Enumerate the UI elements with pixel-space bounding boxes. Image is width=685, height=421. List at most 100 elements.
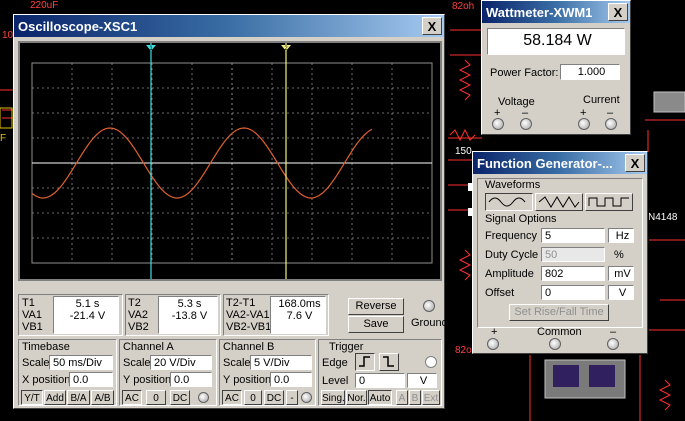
channel-b-terminal-icon[interactable] [301,392,312,403]
voltage-minus-terminal-icon[interactable] [520,118,532,130]
duty-cycle-field[interactable]: 50 [541,247,605,262]
waveforms-label: Waveforms [485,179,541,191]
timebase-scale-label: Scale [22,357,50,369]
fg-plus-terminal-icon[interactable] [487,338,499,350]
t2-values: 5.3 s -13.8 V [158,296,218,334]
channel-a-zero-button[interactable]: 0 [146,390,166,405]
channel-a-terminal-icon[interactable] [198,392,209,403]
rising-edge-button[interactable] [355,353,375,371]
t2-time: 5.3 s [177,298,202,310]
bg-label-150: 150 [455,146,472,157]
channel-b-dc-button[interactable]: DC [264,390,284,405]
timebase-group: Timebase Scale 50 ms/Div X position 0.0 … [18,339,117,406]
va2-label: VA2 [128,309,148,321]
trigger-group: Trigger Edge Level 0 V Sing. Nor. Auto A… [318,339,442,406]
square-wave-button[interactable] [585,193,633,211]
wattmeter-title: Wattmeter-XWM1 [486,4,593,20]
va1-label: VA1 [22,309,42,321]
channel-b-scale-field[interactable]: 5 V/Div [250,355,312,370]
duty-cycle-unit: % [614,249,624,261]
vb-diff-label: VB2-VB1 [226,321,272,333]
offset-field[interactable]: 0 [541,285,605,300]
ba-mode-button[interactable]: B/A [67,390,90,405]
va-diff-label: VA2-VA1 [226,309,270,321]
channel-b-title: Channel B [223,341,275,353]
sine-wave-button[interactable] [485,193,533,211]
trigger-level-unit[interactable]: V [407,373,437,388]
x-position-field[interactable]: 0.0 [69,372,113,387]
frequency-field[interactable]: 5 [541,228,605,243]
t1-label: T1 [22,297,35,309]
trigger-source-b-button[interactable]: B [409,390,421,405]
amplitude-unit[interactable]: mV [608,266,634,281]
trigger-source-a-button[interactable]: A [396,390,408,405]
vb1-label: VB1 [22,321,43,333]
wattmeter-titlebar[interactable]: Wattmeter-XWM1 X [482,1,630,23]
falling-edge-button[interactable] [379,353,399,371]
function-generator-close-button[interactable]: X [625,154,645,172]
channel-a-dc-button[interactable]: DC [170,390,190,405]
rising-edge-icon [359,356,370,367]
wattmeter-close-button[interactable]: X [608,3,628,21]
cursor1-readout: T1 VA1 VB1 5.1 s -21.4 V [18,294,123,336]
voltage-label: Voltage [498,96,535,108]
voltage-plus-terminal-icon[interactable] [492,118,504,130]
oscilloscope-screen: 12 [18,41,442,281]
power-factor-value: 1.000 [560,64,620,80]
function-generator-window: Function Generator-... X Waveforms Signa… [472,151,648,354]
set-rise-fall-button[interactable]: Set Rise/Fall Time [509,304,609,321]
triangle-wave-button[interactable] [535,193,583,211]
t1-time: 5.1 s [75,298,100,310]
oscilloscope-titlebar[interactable]: Oscilloscope-XSC1 X [14,15,444,37]
trigger-level-field[interactable]: 0 [355,373,405,388]
add-mode-button[interactable]: Add [44,390,66,405]
fg-minus-terminal-icon[interactable] [607,338,619,350]
channel-b-ac-button[interactable]: AC [222,390,242,405]
trigger-edge-label: Edge [322,357,348,369]
trigger-ext-terminal-icon[interactable] [425,356,437,368]
offset-unit[interactable]: V [608,285,634,300]
channel-a-ypos-field[interactable]: 0.0 [170,372,212,387]
bg-label-f: F [0,133,7,144]
channel-b-invert-button[interactable]: - [286,390,298,405]
ground-label: Ground [411,317,448,329]
current-plus-terminal-icon[interactable] [578,118,590,130]
reverse-button[interactable]: Reverse [348,298,404,315]
frequency-unit[interactable]: Hz [608,228,634,243]
trigger-normal-button[interactable]: Nor. [346,390,367,405]
fg-minus-label: – [610,326,617,338]
trigger-title: Trigger [329,341,364,353]
ab-mode-button[interactable]: A/B [91,390,114,405]
ground-terminal-icon[interactable] [423,300,435,312]
bg-label-82o: 82o [455,345,472,356]
trigger-single-button[interactable]: Sing. [321,390,345,405]
channel-b-scale-label: Scale [223,357,251,369]
bg-label-capacitor: 220uF [30,0,59,11]
trigger-auto-button[interactable]: Auto [368,390,392,405]
bg-label-82oh: 82oh [452,1,475,12]
channel-b-group: Channel B Scale 5 V/Div Y position 0.0 A… [219,339,316,406]
t2-t1-label: T2-T1 [226,297,256,309]
yt-mode-button[interactable]: Y/T [21,390,43,405]
vb2-label: VB2 [128,321,149,333]
timebase-scale-field[interactable]: 50 ms/Div [49,355,113,370]
oscilloscope-close-button[interactable]: X [422,17,442,35]
channel-a-scale-field[interactable]: 20 V/Div [150,355,212,370]
trigger-source-ext-button[interactable]: Ext [422,390,440,405]
fg-common-terminal-icon[interactable] [549,338,561,350]
t1-values: 5.1 s -21.4 V [53,296,119,334]
channel-a-scale-label: Scale [123,357,151,369]
wattmeter-reading: 58.184 W [487,28,625,55]
channel-a-ac-button[interactable]: AC [122,390,142,405]
bg-label-10: 10 [2,30,14,41]
current-minus-terminal-icon[interactable] [605,118,617,130]
diff-time: 168.0ms [278,298,321,310]
t1-va: -21.4 V [69,310,106,322]
diff-values: 168.0ms 7.6 V [270,296,326,334]
diff-va: 7.6 V [286,310,313,322]
channel-b-ypos-field[interactable]: 0.0 [270,372,312,387]
save-button[interactable]: Save [348,316,404,333]
amplitude-field[interactable]: 802 [541,266,605,281]
channel-b-zero-button[interactable]: 0 [244,390,262,405]
function-generator-titlebar[interactable]: Function Generator-... X [473,152,647,174]
